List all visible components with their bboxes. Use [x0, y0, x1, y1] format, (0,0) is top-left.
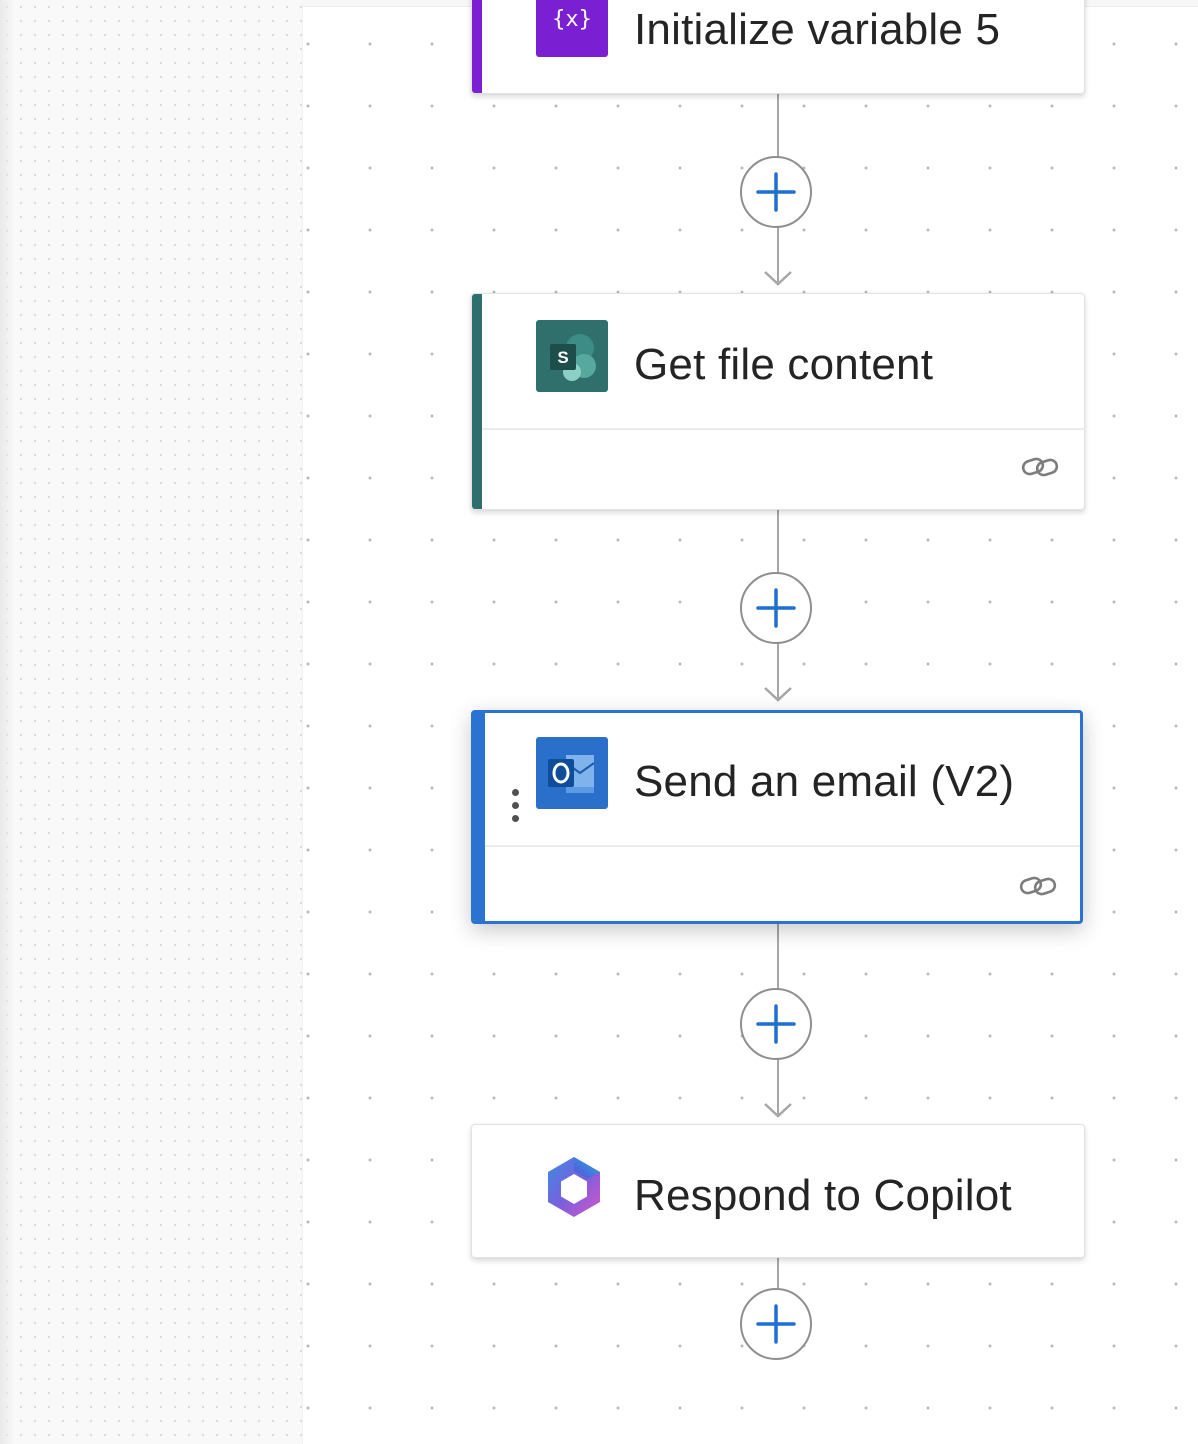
plus-icon: [756, 1004, 796, 1044]
arrow-down-icon: [764, 687, 792, 702]
connector-line: [777, 1258, 779, 1288]
arrow-down-icon: [764, 1103, 792, 1118]
card-footer: [485, 845, 1080, 921]
action-card-respond-to-copilot[interactable]: Respond to Copilot: [471, 1124, 1085, 1258]
card-accent: [472, 0, 482, 93]
action-title: Respond to Copilot: [634, 1171, 1012, 1220]
plus-icon: [756, 588, 796, 628]
card-footer: [482, 428, 1084, 509]
svg-text:S: S: [557, 348, 568, 367]
copilot-icon: [538, 1151, 610, 1223]
insert-step-button[interactable]: [740, 572, 812, 644]
action-title: Get file content: [634, 340, 934, 389]
action-card-send-email[interactable]: Send an email (V2): [471, 710, 1083, 924]
action-card-initialize-variable[interactable]: {x} Initialize variable 5: [471, 0, 1085, 94]
outlook-icon: [536, 737, 608, 809]
variable-icon: {x}: [536, 0, 608, 57]
link-icon: [1019, 876, 1057, 896]
action-title: Send an email (V2): [634, 757, 1015, 806]
action-title: Initialize variable 5: [634, 5, 1001, 54]
card-header: S Get file content: [472, 294, 1084, 428]
left-panel: [0, 0, 303, 1444]
plus-icon: [756, 1304, 796, 1344]
insert-step-button[interactable]: [740, 988, 812, 1060]
sharepoint-icon: S: [536, 320, 608, 392]
link-icon: [1021, 457, 1059, 477]
arrow-down-icon: [764, 271, 792, 286]
action-card-get-file-content[interactable]: S Get file content: [471, 293, 1085, 510]
add-new-step-button[interactable]: [740, 1288, 812, 1360]
plus-icon: [756, 172, 796, 212]
left-panel-shadow: [0, 0, 14, 1444]
variable-icon-glyph: {x}: [552, 7, 592, 32]
insert-step-button[interactable]: [740, 156, 812, 228]
card-header: Send an email (V2): [474, 713, 1080, 845]
